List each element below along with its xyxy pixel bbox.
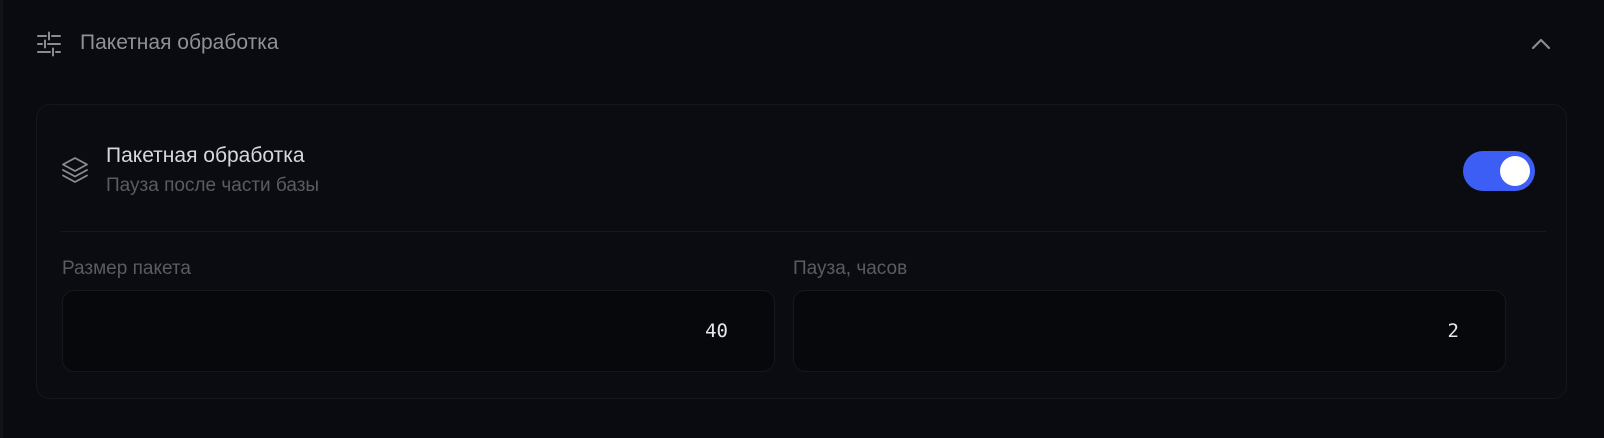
batch-settings-card: Пакетная обработка Пауза после части баз… xyxy=(36,104,1567,399)
section-title: Пакетная обработка xyxy=(80,31,279,54)
batch-size-label: Размер пакета xyxy=(62,258,191,279)
pause-hours-input[interactable] xyxy=(793,290,1506,372)
batch-processing-panel: Пакетная обработка Пакетная обработка Па… xyxy=(0,0,1604,438)
pause-hours-label: Пауза, часов xyxy=(793,258,908,279)
layers-icon xyxy=(60,155,90,185)
batch-processing-toggle[interactable] xyxy=(1463,151,1535,191)
sliders-icon xyxy=(36,31,62,57)
toggle-knob xyxy=(1500,156,1530,186)
chevron-up-icon xyxy=(1531,38,1551,50)
card-subtitle: Пауза после части базы xyxy=(106,175,320,196)
section-header[interactable]: Пакетная обработка xyxy=(3,0,1601,86)
batch-size-input[interactable] xyxy=(62,290,775,372)
card-title: Пакетная обработка xyxy=(106,144,305,167)
card-divider xyxy=(61,231,1546,232)
collapse-button[interactable] xyxy=(1527,30,1555,58)
